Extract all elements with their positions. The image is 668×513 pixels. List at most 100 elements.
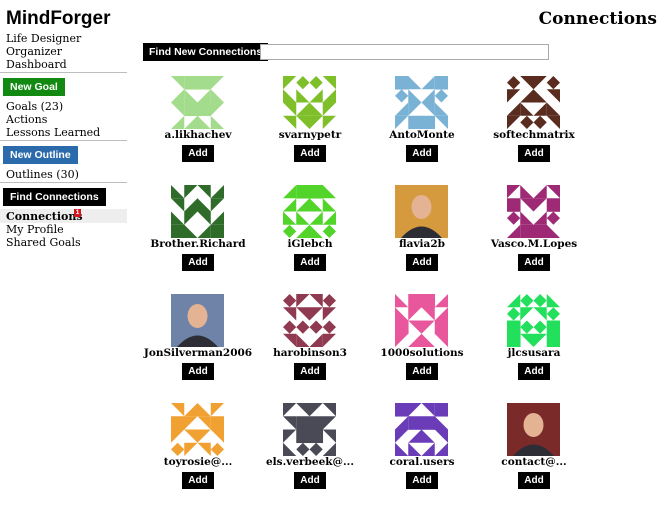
nav-lessons-learned[interactable]: Lessons Learned [6,126,100,139]
connection-name[interactable]: AntoMonte [367,129,477,142]
new-goal-button[interactable]: New Goal [3,78,65,96]
avatar[interactable] [283,185,336,238]
connection-card: svarnypetr Add [255,76,367,186]
nav-dashboard[interactable]: Dashboard [6,58,67,71]
new-outline-button[interactable]: New Outline [3,146,78,164]
connection-name[interactable]: toyrosie@... [143,456,253,469]
avatar[interactable] [395,185,448,238]
connection-card: iGlebch Add [255,185,367,295]
avatar[interactable] [283,294,336,347]
avatar[interactable] [171,185,224,238]
connection-card: toyrosie@... Add [143,403,255,513]
connection-name[interactable]: jlcsusara [479,347,589,360]
connection-card: a.likhachev Add [143,76,255,186]
avatar[interactable] [507,294,560,347]
identicon [283,76,336,129]
identicon [283,185,336,238]
app-title: MindForger [6,8,111,29]
add-connection-button[interactable]: Add [182,145,214,162]
connection-card: contact@... Add [479,403,591,513]
add-connection-button[interactable]: Add [406,254,438,271]
nav-outlines[interactable]: Outlines (30) [6,168,79,181]
identicon [171,403,224,456]
avatar[interactable] [171,403,224,456]
add-connection-button[interactable]: Add [182,472,214,489]
identicon [507,76,560,129]
nav-shared-goals[interactable]: Shared Goals [6,236,81,249]
profile-photo [171,294,224,347]
add-connection-button[interactable]: Add [294,472,326,489]
find-connections-button[interactable]: Find Connections [3,188,106,206]
avatar[interactable] [507,185,560,238]
identicon [171,185,224,238]
identicon [171,76,224,129]
add-connection-button[interactable]: Add [406,145,438,162]
connection-card: jlcsusara Add [479,294,591,404]
add-connection-button[interactable]: Add [406,472,438,489]
connection-name[interactable]: harobinson3 [255,347,365,360]
find-new-connections-button[interactable]: Find New Connections [143,43,269,61]
connection-name[interactable]: JonSilverman2006 [143,347,253,360]
connection-card: softechmatrix Add [479,76,591,186]
identicon [507,294,560,347]
avatar[interactable] [507,76,560,129]
connection-name[interactable]: 1000solutions [367,347,477,360]
avatar[interactable] [283,403,336,456]
connection-card: harobinson3 Add [255,294,367,404]
add-connection-button[interactable]: Add [518,363,550,380]
connection-name[interactable]: Brother.Richard [143,238,253,251]
sidebar-divider [0,72,127,73]
search-input[interactable] [260,44,549,60]
connection-name[interactable]: contact@... [479,456,589,469]
connection-card: AntoMonte Add [367,76,479,186]
connection-name[interactable]: Vasco.M.Lopes [479,238,589,251]
avatar[interactable] [395,403,448,456]
connection-name[interactable]: softechmatrix [479,129,589,142]
avatar[interactable] [395,294,448,347]
nav-connections[interactable]: Connections [6,210,83,223]
identicon [395,76,448,129]
notification-badge: 1 [74,209,81,217]
connection-card: Vasco.M.Lopes Add [479,185,591,295]
nav-organizer[interactable]: Organizer [6,45,62,58]
add-connection-button[interactable]: Add [182,254,214,271]
profile-photo [395,185,448,238]
identicon [395,403,448,456]
connection-card: 1000solutions Add [367,294,479,404]
avatar[interactable] [171,294,224,347]
add-connection-button[interactable]: Add [294,145,326,162]
nav-my-profile[interactable]: My Profile [6,223,64,236]
add-connection-button[interactable]: Add [406,363,438,380]
add-connection-button[interactable]: Add [294,254,326,271]
identicon [395,294,448,347]
sidebar-divider [0,140,127,141]
add-connection-button[interactable]: Add [182,363,214,380]
add-connection-button[interactable]: Add [294,363,326,380]
avatar[interactable] [171,76,224,129]
avatar[interactable] [507,403,560,456]
connection-name[interactable]: iGlebch [255,238,365,251]
identicon [283,294,336,347]
add-connection-button[interactable]: Add [518,145,550,162]
connection-name[interactable]: flavia2b [367,238,477,251]
connection-card: coral.users Add [367,403,479,513]
sidebar-divider [0,182,127,183]
connection-card: Brother.Richard Add [143,185,255,295]
connection-name[interactable]: svarnypetr [255,129,365,142]
nav-life-designer[interactable]: Life Designer [6,32,81,45]
profile-photo [507,403,560,456]
connections-grid: a.likhachev Add svarnypetr Add AntoMonte Add s… [0,0,668,498]
avatar[interactable] [283,76,336,129]
avatar[interactable] [395,76,448,129]
connection-card: els.verbeek@... Add [255,403,367,513]
connection-name[interactable]: coral.users [367,456,477,469]
connection-name[interactable]: a.likhachev [143,129,253,142]
identicon [507,185,560,238]
connection-name[interactable]: els.verbeek@... [255,456,365,469]
add-connection-button[interactable]: Add [518,254,550,271]
nav-goals[interactable]: Goals (23) [6,100,63,113]
connection-card: JonSilverman2006 Add [143,294,255,404]
nav-actions[interactable]: Actions [6,113,47,126]
add-connection-button[interactable]: Add [518,472,550,489]
page-title: Connections [538,9,657,29]
